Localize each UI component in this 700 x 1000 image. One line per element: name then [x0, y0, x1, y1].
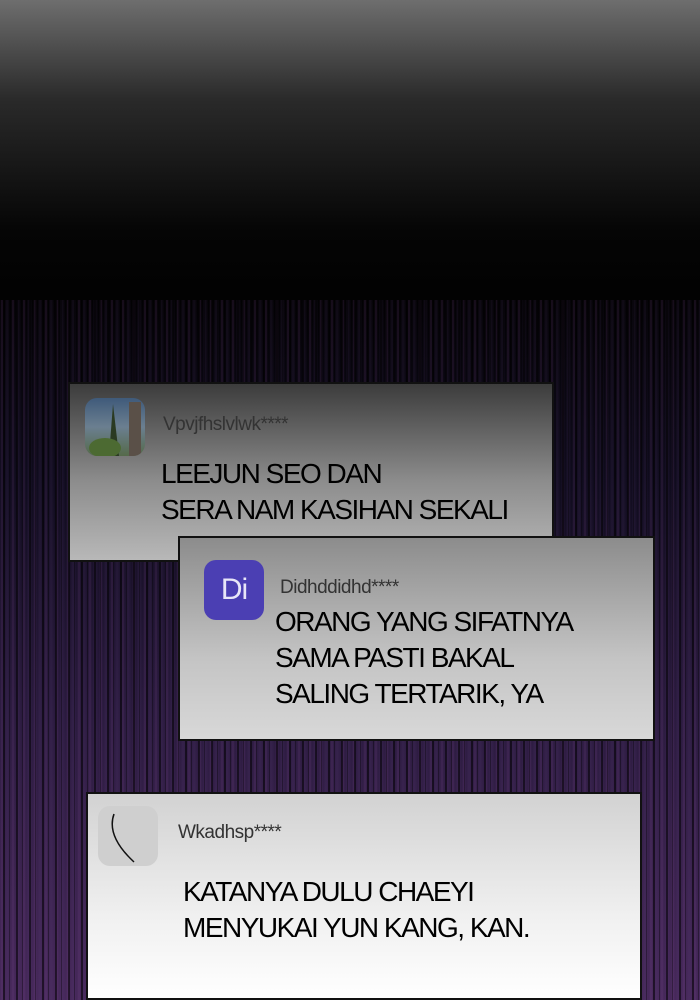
photo-avatar-icon [85, 398, 145, 456]
avatar-initials: Di [220, 573, 248, 606]
comment-line: KATANYA DULU CHAEYI [183, 876, 475, 907]
comment-username: Wkadhsp**** [178, 822, 282, 843]
comment-username: Didhddidhd**** [280, 577, 399, 598]
comment-card: Di Didhddidhd**** ORANG YANG SIFATNYA SA… [178, 536, 655, 741]
comment-card: Wkadhsp**** KATANYA DULU CHAEYI MENYUKAI… [86, 792, 642, 1000]
comment-line: MENYUKAI YUN KANG, KAN. [183, 912, 531, 943]
comment-text: LEEJUN SEO DAN SERA NAM KASIHAN SEKALI [161, 456, 509, 528]
comment-card: Vpvjfhslvlwk**** LEEJUN SEO DAN SERA NAM… [68, 382, 554, 562]
sketch-avatar-icon [98, 806, 158, 866]
initials-avatar-icon: Di [204, 560, 264, 620]
comment-line: SERA NAM KASIHAN SEKALI [161, 494, 509, 525]
comment-text: KATANYA DULU CHAEYI MENYUKAI YUN KANG, K… [183, 874, 531, 946]
comment-text: ORANG YANG SIFATNYA SAMA PASTI BAKAL SAL… [275, 604, 574, 712]
comment-line: SAMA PASTI BAKAL [275, 642, 515, 673]
background-gradient [0, 0, 700, 330]
comment-line: SALING TERTARIK, YA [275, 678, 544, 709]
comment-line: LEEJUN SEO DAN [161, 458, 383, 489]
comment-line: ORANG YANG SIFATNYA [275, 606, 574, 637]
comment-username: Vpvjfhslvlwk**** [163, 414, 289, 435]
